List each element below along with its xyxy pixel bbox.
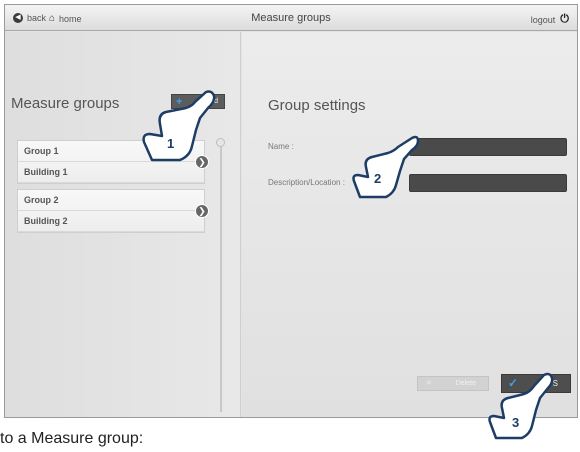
- settings-panel: Group settings Name : Description/Locati…: [242, 32, 577, 417]
- callout-hand-2: 2: [352, 135, 420, 199]
- pointing-hand-icon: [488, 372, 554, 440]
- delete-button[interactable]: ✕ Delete: [417, 376, 489, 391]
- callout-number: 3: [512, 415, 519, 430]
- description-label: Description/Location :: [268, 178, 345, 187]
- callout-number: 1: [167, 136, 174, 151]
- scrollbar-track[interactable]: [220, 142, 222, 412]
- page: { "topbar": { "back_label": "back", "hom…: [0, 0, 580, 452]
- callout-hand-3: 3: [488, 372, 554, 440]
- pointing-hand-icon: [352, 135, 420, 199]
- delete-button-label: Delete: [455, 380, 476, 387]
- group-location: Building 2: [18, 211, 204, 232]
- groups-panel-title: Measure groups: [11, 95, 120, 112]
- settings-panel-title: Group settings: [268, 97, 366, 114]
- top-bar: ◀ back ⌂ home Measure groups logout ⏻: [5, 5, 577, 31]
- group-name: Group 2: [18, 190, 204, 211]
- close-icon: ✕: [426, 380, 432, 387]
- group-item-2[interactable]: Group 2 Building 2 ❯: [17, 189, 209, 233]
- power-icon: ⏻: [560, 13, 569, 25]
- name-label: Name :: [268, 142, 294, 151]
- name-field[interactable]: [409, 138, 567, 156]
- app-window: ◀ back ⌂ home Measure groups logout ⏻ Me…: [4, 4, 578, 418]
- chevron-right-icon[interactable]: ❯: [195, 204, 209, 218]
- callout-hand-1: 1: [142, 90, 216, 162]
- logout-button[interactable]: logout ⏻: [531, 13, 569, 26]
- window-title: Measure groups: [251, 12, 331, 24]
- callout-number: 2: [374, 171, 381, 186]
- pointing-hand-icon: [142, 90, 216, 162]
- logout-label: logout: [530, 14, 556, 25]
- caption-text: to a Measure group:: [0, 430, 144, 447]
- description-field[interactable]: [409, 174, 567, 192]
